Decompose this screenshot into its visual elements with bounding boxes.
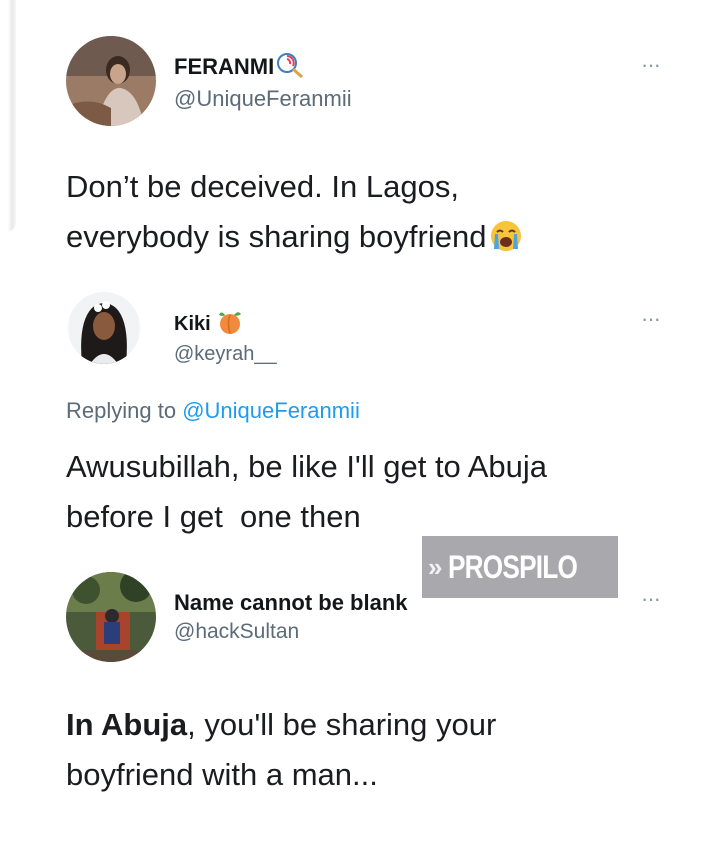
tweet-text-line2: before I get one then — [66, 499, 361, 534]
tweet-text-line2: boyfriend with a man... — [66, 757, 378, 792]
left-edge-shadow — [0, 0, 16, 232]
handle[interactable]: @keyrah__ — [174, 343, 277, 366]
avatar-image — [68, 292, 140, 364]
display-name-text: Kiki — [174, 313, 211, 335]
lollipop-icon — [276, 52, 304, 84]
tweet-text-line1: Don’t be deceived. In Lagos, — [66, 169, 459, 204]
tweet-text: In Abuja, you'll be sharing your boyfrie… — [66, 700, 496, 800]
display-name[interactable]: Name cannot be blank — [174, 590, 408, 616]
display-name-text: FERANMI — [174, 54, 275, 79]
handle[interactable]: @UniqueFeranmii — [174, 86, 352, 112]
handle[interactable]: @hackSultan — [174, 620, 299, 644]
tweet-text-line2: everybody is sharing boyfriend — [66, 212, 523, 268]
more-options-icon[interactable]: ··· — [641, 308, 661, 330]
prospilo-watermark: » PROSPILO — [422, 536, 618, 598]
avatar-feranmi[interactable] — [66, 36, 156, 126]
replying-to-label: Replying to — [66, 398, 177, 423]
double-chevron-icon: » — [428, 551, 443, 582]
avatar-image — [66, 36, 156, 126]
tweet-text-rest: , you'll be sharing your — [187, 707, 497, 742]
more-options-icon[interactable]: ··· — [641, 54, 661, 76]
display-name[interactable]: Kiki — [174, 309, 243, 341]
replying-to-mention-link[interactable]: @UniqueFeranmii — [182, 398, 360, 423]
tweet-text: Don’t be deceived. In Lagos, everybody i… — [66, 162, 523, 268]
peach-icon — [217, 309, 243, 341]
display-name[interactable]: FERANMI — [174, 52, 304, 84]
tweet-text-line2-text: everybody is sharing boyfriend — [66, 219, 487, 254]
watermark-text: PROSPILO — [448, 548, 578, 585]
tweet-text-line1: In Abuja, you'll be sharing your — [66, 700, 496, 750]
avatar-image — [66, 572, 156, 662]
replying-to: Replying to @UniqueFeranmii — [66, 398, 360, 424]
more-options-icon[interactable]: ··· — [641, 588, 661, 610]
avatar-kiki[interactable] — [68, 292, 140, 364]
tweet-text-line1: Awusubillah, be like I'll get to Abuja — [66, 449, 547, 484]
crying-face-icon — [489, 218, 523, 268]
tweet-text-bold: In Abuja — [66, 707, 188, 742]
tweet-text: Awusubillah, be like I'll get to Abuja b… — [66, 442, 547, 542]
avatar-hacksultan[interactable] — [66, 572, 156, 662]
